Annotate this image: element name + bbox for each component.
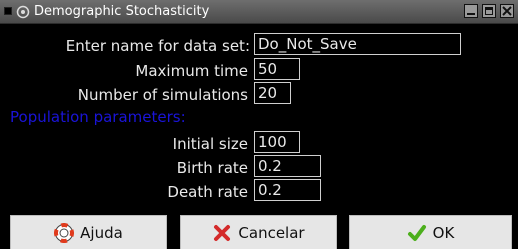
- app-icon: [16, 5, 30, 19]
- birth-rate-label: Birth rate: [176, 159, 248, 177]
- checkmark-icon: [407, 224, 426, 241]
- max-time-input[interactable]: [254, 58, 300, 80]
- window-title: Demographic Stochasticity: [34, 4, 210, 19]
- close-icon: [502, 6, 512, 16]
- num-simulations-label: Number of simulations: [77, 86, 248, 104]
- lifebuoy-icon: [54, 222, 75, 243]
- dataset-name-label: Enter name for data set:: [65, 37, 250, 55]
- help-button-label: Ajuda: [80, 223, 123, 242]
- initial-size-input[interactable]: [254, 131, 300, 153]
- cancel-button-label: Cancelar: [238, 223, 305, 242]
- death-rate-label: Death rate: [167, 183, 248, 201]
- close-button[interactable]: [500, 4, 514, 18]
- cancel-x-icon: [214, 224, 231, 241]
- max-time-label: Maximum time: [135, 62, 248, 80]
- window-menu-icon[interactable]: [4, 7, 12, 15]
- population-parameters-heading: Population parameters:: [10, 108, 186, 126]
- death-rate-input[interactable]: [254, 179, 321, 201]
- cancel-button[interactable]: Cancelar: [180, 215, 337, 249]
- num-simulations-input[interactable]: [254, 82, 291, 104]
- title-bar[interactable]: Demographic Stochasticity: [0, 0, 518, 24]
- ok-button[interactable]: OK: [349, 215, 512, 249]
- help-button[interactable]: Ajuda: [10, 215, 167, 249]
- ok-button-label: OK: [432, 223, 455, 242]
- birth-rate-input[interactable]: [254, 155, 321, 177]
- minimize-button[interactable]: [464, 4, 478, 18]
- maximize-button[interactable]: [482, 4, 496, 18]
- dataset-name-input[interactable]: [254, 33, 461, 55]
- initial-size-label: Initial size: [172, 135, 248, 153]
